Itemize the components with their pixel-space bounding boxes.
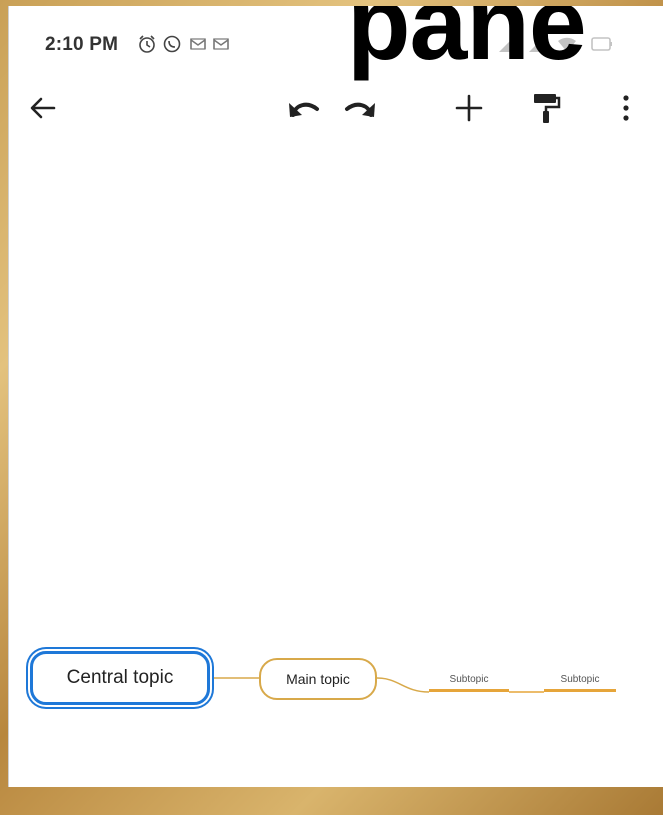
main-topic-node[interactable]: Main topic	[259, 658, 377, 700]
redo-button[interactable]	[339, 86, 383, 130]
subtopic-node[interactable]: Subtopic	[429, 670, 509, 692]
battery-icon	[591, 37, 612, 51]
alarm-icon	[139, 35, 155, 53]
more-vert-icon	[623, 95, 629, 121]
paint-roller-icon	[534, 94, 561, 123]
app-screen: 2:10 PM pane Central topic Main topic Su…	[8, 6, 663, 787]
whatsapp-icon	[163, 35, 181, 53]
status-time: 2:10 PM	[45, 34, 119, 55]
format-button[interactable]	[524, 86, 568, 130]
undo-button[interactable]	[281, 86, 325, 130]
gmail-icon	[213, 38, 229, 50]
top-toolbar	[9, 78, 663, 136]
back-arrow-icon	[30, 97, 56, 119]
overlay-caption: pane	[347, 6, 587, 82]
gmail-icon	[190, 38, 206, 50]
redo-icon	[345, 102, 375, 117]
add-button[interactable]	[447, 86, 491, 130]
central-topic-node[interactable]: Central topic	[30, 651, 210, 705]
plus-icon	[455, 94, 483, 122]
more-options-button[interactable]	[604, 86, 648, 130]
back-button[interactable]	[21, 86, 65, 130]
subtopic-node[interactable]: Subtopic	[544, 670, 616, 692]
undo-icon	[289, 102, 319, 117]
